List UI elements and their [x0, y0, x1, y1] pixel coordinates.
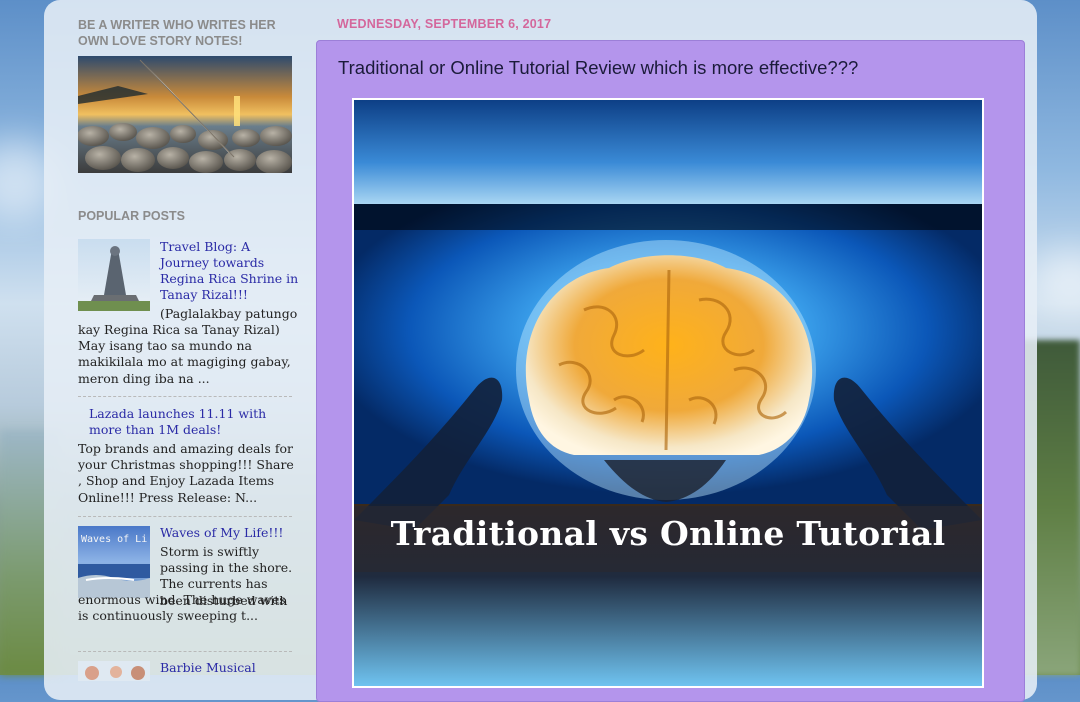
popular-post-snippet: (Paglalakbay patungo — [160, 306, 298, 321]
post-thumbnail-shrine[interactable] — [78, 239, 150, 311]
popular-post-snippet: enormous wind. The huge waves is continu… — [78, 592, 286, 624]
sidebar-heading-popular-posts: POPULAR POSTS — [78, 209, 185, 223]
post-divider — [78, 396, 292, 397]
image-caption: Traditional vs Online Tutorial — [390, 514, 946, 553]
background-cloud — [1030, 250, 1080, 310]
popular-post-title-link[interactable]: Travel Blog: A Journey towards Regina Ri… — [160, 239, 300, 303]
popular-post-snippet: kay Regina Rica sa Tanay Rizal) May isan… — [78, 322, 291, 386]
post-thumbnail-waves[interactable]: Waves of Li — [78, 526, 150, 598]
post-divider — [78, 651, 292, 652]
popular-post-title-link[interactable]: Lazada launches 11.11 with more than 1M … — [89, 406, 294, 438]
sidebar-heading-writer: BE A WRITER WHO WRITES HER OWN LOVE STOR… — [78, 18, 276, 48]
post-date-header: WEDNESDAY, SEPTEMBER 6, 2017 — [337, 17, 552, 31]
post-thumbnail-barbie[interactable] — [78, 661, 150, 681]
thumbnail-text: Waves of Li — [81, 534, 147, 545]
post-hero-image[interactable]: Traditional vs Online Tutorial — [352, 98, 984, 688]
popular-post-title-link[interactable]: Waves of My Life!!! — [160, 525, 300, 541]
popular-post-title-link[interactable]: Barbie Musical — [160, 660, 300, 676]
post-divider — [78, 516, 292, 517]
popular-post-snippet: Top brands and amazing deals for your Ch… — [78, 441, 294, 505]
post-title[interactable]: Traditional or Online Tutorial Review wh… — [338, 57, 858, 79]
feather-on-stones-image — [78, 56, 292, 173]
